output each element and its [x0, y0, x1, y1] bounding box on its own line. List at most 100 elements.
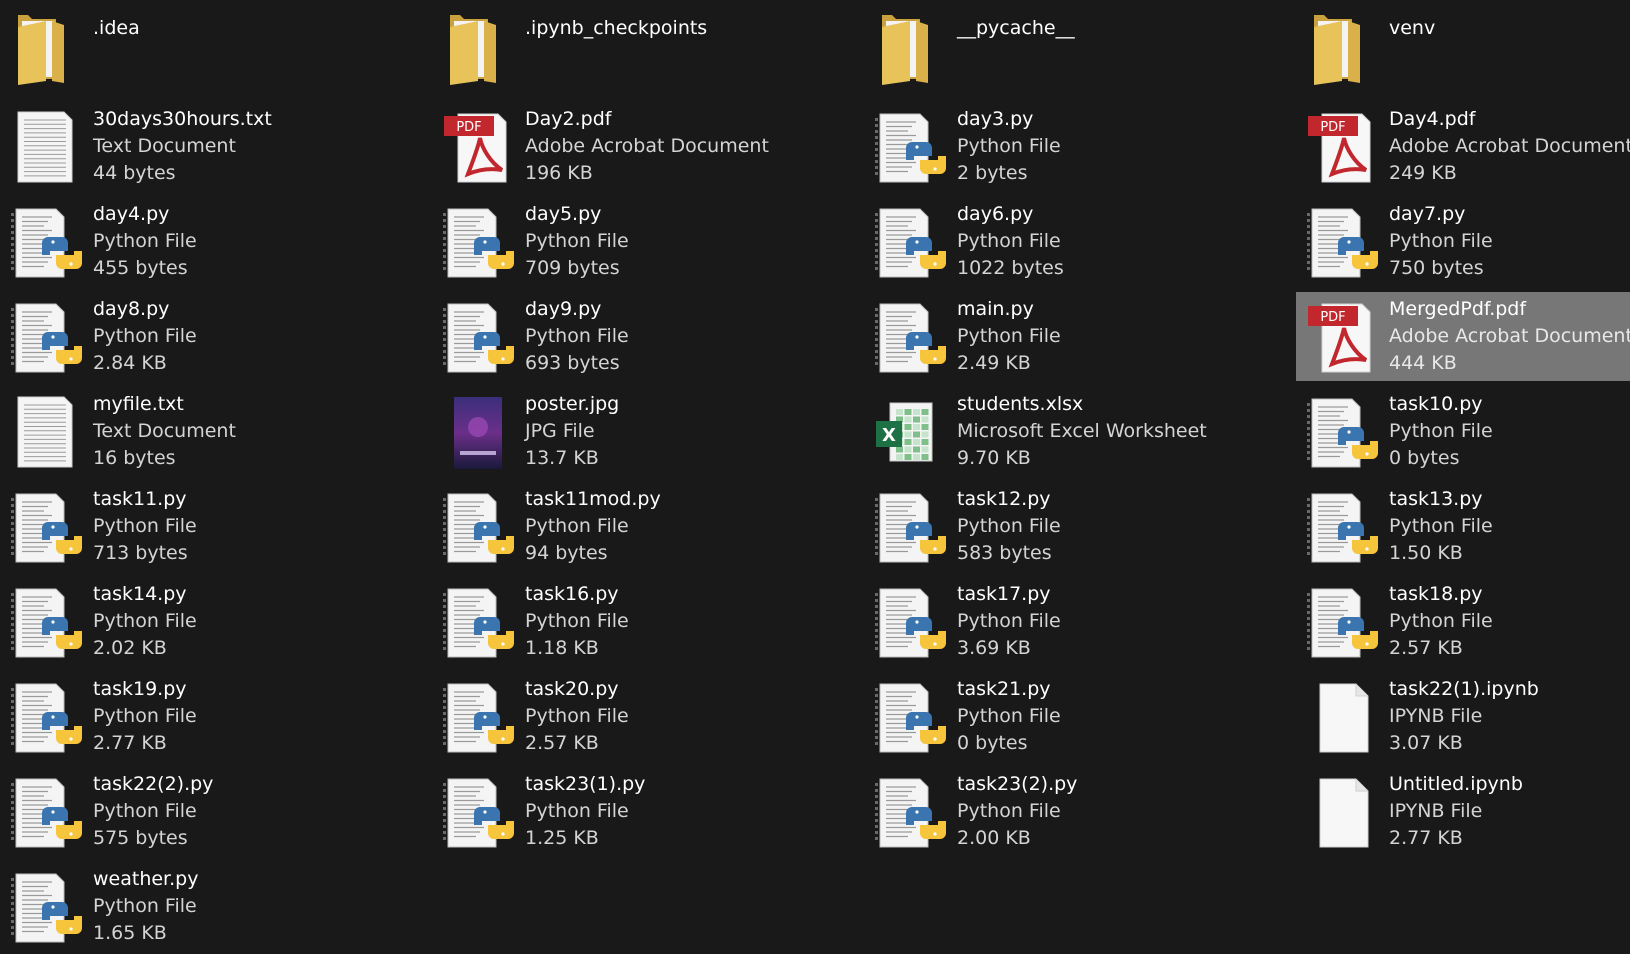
- file-item[interactable]: task10.py Python File 0 bytes: [1296, 387, 1630, 476]
- file-item[interactable]: day4.py Python File 455 bytes: [0, 197, 432, 286]
- file-size: 2.84 KB: [93, 352, 167, 374]
- python-file-icon: [8, 203, 84, 281]
- file-type: Adobe Acrobat Document: [525, 135, 769, 157]
- python-file-icon: [8, 583, 84, 661]
- file-item[interactable]: task17.py Python File 3.69 KB: [864, 577, 1296, 666]
- file-size: 583 bytes: [957, 542, 1052, 564]
- python-file-icon: [872, 678, 948, 756]
- file-item[interactable]: PDF MergedPdf.pdf Adobe Acrobat Document 4…: [1296, 292, 1630, 381]
- file-item[interactable]: poster.jpg JPG File 13.7 KB: [432, 387, 864, 476]
- file-info: task23(2).py Python File 2.00 KB: [957, 771, 1077, 852]
- file-item[interactable]: day5.py Python File 709 bytes: [432, 197, 864, 286]
- file-size: 1.25 KB: [525, 827, 599, 849]
- file-item[interactable]: task16.py Python File 1.18 KB: [432, 577, 864, 666]
- file-type: IPYNB File: [1389, 800, 1483, 822]
- file-name: MergedPdf.pdf: [1389, 298, 1527, 320]
- file-info: Day4.pdf Adobe Acrobat Document 249 KB: [1389, 106, 1630, 187]
- excel-icon: X: [872, 393, 948, 471]
- file-item[interactable]: task23(2).py Python File 2.00 KB: [864, 767, 1296, 856]
- folder-icon: [440, 7, 516, 85]
- pdf-icon: PDF: [1304, 298, 1380, 376]
- file-size: 2.57 KB: [525, 732, 599, 754]
- file-name: task10.py: [1389, 393, 1483, 415]
- file-item[interactable]: PDF Day4.pdf Adobe Acrobat Document 249 KB: [1296, 102, 1630, 191]
- python-file-icon: [440, 488, 516, 566]
- file-size: 1.65 KB: [93, 922, 167, 944]
- file-item[interactable]: X students.xlsx Microsoft Excel Worksheet…: [864, 387, 1296, 476]
- file-item[interactable]: day6.py Python File 1022 bytes: [864, 197, 1296, 286]
- file-item[interactable]: venv: [1296, 7, 1630, 96]
- file-info: day5.py Python File 709 bytes: [525, 201, 629, 282]
- file-info: Day2.pdf Adobe Acrobat Document 196 KB: [525, 106, 769, 187]
- file-item[interactable]: .ipynb_checkpoints: [432, 7, 864, 96]
- file-item[interactable]: task23(1).py Python File 1.25 KB: [432, 767, 864, 856]
- file-item[interactable]: __pycache__: [864, 7, 1296, 96]
- file-type: Python File: [93, 610, 197, 632]
- file-item[interactable]: task14.py Python File 2.02 KB: [0, 577, 432, 666]
- file-info: task11.py Python File 713 bytes: [93, 486, 197, 567]
- file-type: Microsoft Excel Worksheet: [957, 420, 1207, 442]
- file-item[interactable]: task12.py Python File 583 bytes: [864, 482, 1296, 571]
- file-item[interactable]: task11mod.py Python File 94 bytes: [432, 482, 864, 571]
- file-info: MergedPdf.pdf Adobe Acrobat Document 444 K…: [1389, 296, 1630, 377]
- text-file-icon: [8, 393, 84, 471]
- file-type: Python File: [1389, 230, 1493, 252]
- file-info: day6.py Python File 1022 bytes: [957, 201, 1064, 282]
- file-item[interactable]: main.py Python File 2.49 KB: [864, 292, 1296, 381]
- file-name: task14.py: [93, 583, 187, 605]
- file-item[interactable]: task18.py Python File 2.57 KB: [1296, 577, 1630, 666]
- python-file-icon: [872, 488, 948, 566]
- pdf-icon: PDF: [1304, 108, 1380, 186]
- file-name: task19.py: [93, 678, 187, 700]
- folder-icon: [1304, 7, 1380, 85]
- file-item[interactable]: day7.py Python File 750 bytes: [1296, 197, 1630, 286]
- file-item[interactable]: weather.py Python File 1.65 KB: [0, 862, 432, 951]
- file-type: Python File: [957, 230, 1061, 252]
- pdf-icon: PDF: [440, 108, 516, 186]
- file-item[interactable]: day8.py Python File 2.84 KB: [0, 292, 432, 381]
- file-size: 0 bytes: [1389, 447, 1460, 469]
- file-item[interactable]: task21.py Python File 0 bytes: [864, 672, 1296, 761]
- file-item[interactable]: .idea: [0, 7, 432, 96]
- file-size: 1.18 KB: [525, 637, 599, 659]
- file-type: Python File: [93, 895, 197, 917]
- file-size: 444 KB: [1389, 352, 1457, 374]
- svg-text:PDF: PDF: [1320, 310, 1345, 325]
- file-name: weather.py: [93, 868, 199, 890]
- svg-text:PDF: PDF: [1320, 120, 1345, 135]
- file-item[interactable]: task22(1).ipynb IPYNB File 3.07 KB: [1296, 672, 1630, 761]
- file-item[interactable]: task20.py Python File 2.57 KB: [432, 672, 864, 761]
- file-item[interactable]: day9.py Python File 693 bytes: [432, 292, 864, 381]
- python-file-icon: [440, 678, 516, 756]
- file-name: venv: [1389, 17, 1436, 39]
- file-item[interactable]: task22(2).py Python File 575 bytes: [0, 767, 432, 856]
- file-name: task12.py: [957, 488, 1051, 510]
- file-info: task11mod.py Python File 94 bytes: [525, 486, 661, 567]
- file-item[interactable]: 30days30hours.txt Text Document 44 bytes: [0, 102, 432, 191]
- file-size: 44 bytes: [93, 162, 176, 184]
- file-item[interactable]: day3.py Python File 2 bytes: [864, 102, 1296, 191]
- file-info: 30days30hours.txt Text Document 44 bytes: [93, 106, 272, 187]
- file-size: 1.50 KB: [1389, 542, 1463, 564]
- file-name: task20.py: [525, 678, 619, 700]
- file-item[interactable]: task11.py Python File 713 bytes: [0, 482, 432, 571]
- file-type: Python File: [93, 515, 197, 537]
- file-type: Python File: [93, 230, 197, 252]
- file-type: Adobe Acrobat Document: [1389, 325, 1630, 347]
- file-name: task11.py: [93, 488, 187, 510]
- python-file-icon: [872, 773, 948, 851]
- file-item[interactable]: myfile.txt Text Document 16 bytes: [0, 387, 432, 476]
- file-size: 2.57 KB: [1389, 637, 1463, 659]
- file-item[interactable]: task19.py Python File 2.77 KB: [0, 672, 432, 761]
- file-item[interactable]: PDF Day2.pdf Adobe Acrobat Document 196 KB: [432, 102, 864, 191]
- file-item[interactable]: task13.py Python File 1.50 KB: [1296, 482, 1630, 571]
- file-size: 1022 bytes: [957, 257, 1064, 279]
- file-name: task17.py: [957, 583, 1051, 605]
- file-item[interactable]: Untitled.ipynb IPYNB File 2.77 KB: [1296, 767, 1630, 856]
- file-type: Python File: [525, 325, 629, 347]
- file-info: Untitled.ipynb IPYNB File 2.77 KB: [1389, 771, 1523, 852]
- python-file-icon: [440, 773, 516, 851]
- file-info: students.xlsx Microsoft Excel Worksheet 9.…: [957, 391, 1207, 472]
- file-name: day9.py: [525, 298, 602, 320]
- file-name: task11mod.py: [525, 488, 661, 510]
